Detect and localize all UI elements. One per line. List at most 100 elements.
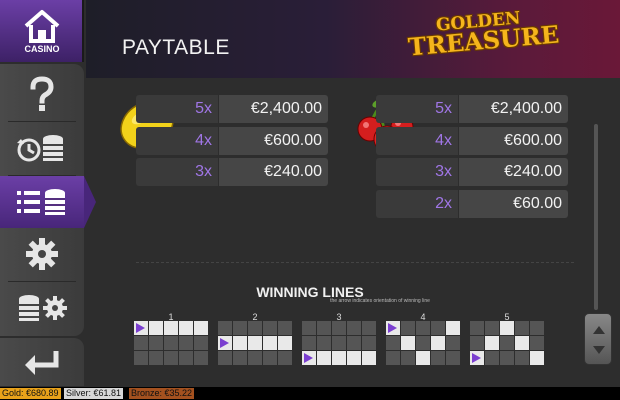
line-cell	[218, 351, 232, 365]
line-cell	[500, 351, 514, 365]
line-cell	[179, 336, 193, 350]
line-cell	[485, 336, 499, 350]
line-cell	[446, 336, 460, 350]
line-cell	[233, 321, 247, 335]
line-cell	[386, 321, 400, 335]
page-title: PAYTABLE	[122, 36, 230, 59]
logo-line-2: TREASURE	[407, 19, 561, 62]
sidebar-item-help[interactable]	[0, 68, 84, 120]
line-cell	[362, 351, 376, 365]
sidebar-item-history[interactable]	[0, 122, 84, 174]
line-cell	[179, 321, 193, 335]
line-cell	[500, 336, 514, 350]
line-cell	[332, 321, 346, 335]
header-bar: PAYTABLE GOLDEN TREASURE	[86, 0, 620, 78]
line-cell	[485, 321, 499, 335]
back-arrow-icon	[25, 351, 59, 375]
home-icon	[24, 10, 60, 43]
line-cell	[347, 351, 361, 365]
jackpot-bronze: Bronze: €35.22	[129, 388, 195, 399]
line-cell	[179, 351, 193, 365]
line-cell	[134, 321, 148, 335]
payout-value: €2,400.00	[250, 100, 322, 117]
line-direction-arrow-icon	[220, 338, 229, 348]
payout-value: €600.00	[264, 132, 322, 149]
line-cell	[134, 336, 148, 350]
line-cell	[302, 336, 316, 350]
line-direction-arrow-icon	[136, 323, 145, 333]
line-cell	[515, 336, 529, 350]
line-direction-arrow-icon	[388, 323, 397, 333]
sidebar-item-settings[interactable]	[0, 228, 84, 280]
line-cell	[302, 351, 316, 365]
payout-value: €60.00	[513, 195, 562, 212]
line-cell	[278, 336, 292, 350]
scroll-buttons[interactable]	[584, 313, 612, 365]
line-cell	[431, 321, 445, 335]
line-cell	[164, 351, 178, 365]
back-button[interactable]	[0, 338, 84, 386]
line-cell	[164, 336, 178, 350]
line-direction-arrow-icon	[304, 353, 313, 363]
section-divider	[136, 262, 576, 263]
line-cell	[317, 336, 331, 350]
line-cell	[386, 351, 400, 365]
line-cell	[431, 351, 445, 365]
line-cell	[515, 321, 529, 335]
question-mark-icon	[30, 76, 54, 111]
line-cell	[416, 336, 430, 350]
line-cell	[416, 351, 430, 365]
line-cell	[530, 351, 544, 365]
casino-label: CASINO	[24, 44, 60, 54]
line-cell	[530, 321, 544, 335]
line-cell	[470, 336, 484, 350]
line-cell	[401, 321, 415, 335]
multiplier: 4x	[195, 132, 212, 149]
payout-value: €600.00	[504, 132, 562, 149]
line-direction-arrow-icon	[472, 353, 481, 363]
line-cell	[194, 321, 208, 335]
line-cell	[263, 321, 277, 335]
line-cell	[149, 351, 163, 365]
line-cell	[500, 321, 514, 335]
line-cell	[317, 321, 331, 335]
casino-button[interactable]: CASINO	[0, 0, 84, 62]
line-cell	[218, 321, 232, 335]
line-cell	[386, 336, 400, 350]
line-cell	[446, 351, 460, 365]
line-cell	[134, 351, 148, 365]
line-cell	[164, 321, 178, 335]
line-cell	[362, 321, 376, 335]
line-cell	[248, 321, 262, 335]
line-cell	[332, 351, 346, 365]
line-cell	[485, 351, 499, 365]
scroll-arrows-icon	[593, 326, 605, 354]
game-logo: GOLDEN TREASURE	[407, 8, 578, 62]
line-cell	[431, 336, 445, 350]
line-cell	[263, 351, 277, 365]
line-cell	[194, 351, 208, 365]
sidebar-item-paytable[interactable]	[0, 176, 96, 228]
line-cell	[446, 321, 460, 335]
multiplier: 3x	[435, 163, 452, 180]
line-cell	[302, 321, 316, 335]
line-cell	[401, 351, 415, 365]
sidebar: CASINO	[0, 0, 96, 387]
jackpot-bar: Gold: €680.89 Silver: €61.81 Bronze: €35…	[0, 387, 620, 400]
line-cell	[278, 351, 292, 365]
line-cell	[233, 351, 247, 365]
jackpot-gold: Gold: €680.89	[0, 388, 61, 399]
line-cell	[248, 351, 262, 365]
line-cell	[278, 321, 292, 335]
payout-value: €2,400.00	[490, 100, 562, 117]
scrollbar-track[interactable]	[594, 124, 598, 310]
line-cell	[347, 321, 361, 335]
line-cell	[263, 336, 277, 350]
multiplier: 5x	[195, 100, 212, 117]
jackpot-silver: Silver: €61.81	[64, 388, 124, 399]
line-cell	[194, 336, 208, 350]
multiplier: 5x	[435, 100, 452, 117]
line-cell	[530, 336, 544, 350]
multiplier: 2x	[435, 195, 452, 212]
paytable-list-icon	[17, 189, 65, 215]
